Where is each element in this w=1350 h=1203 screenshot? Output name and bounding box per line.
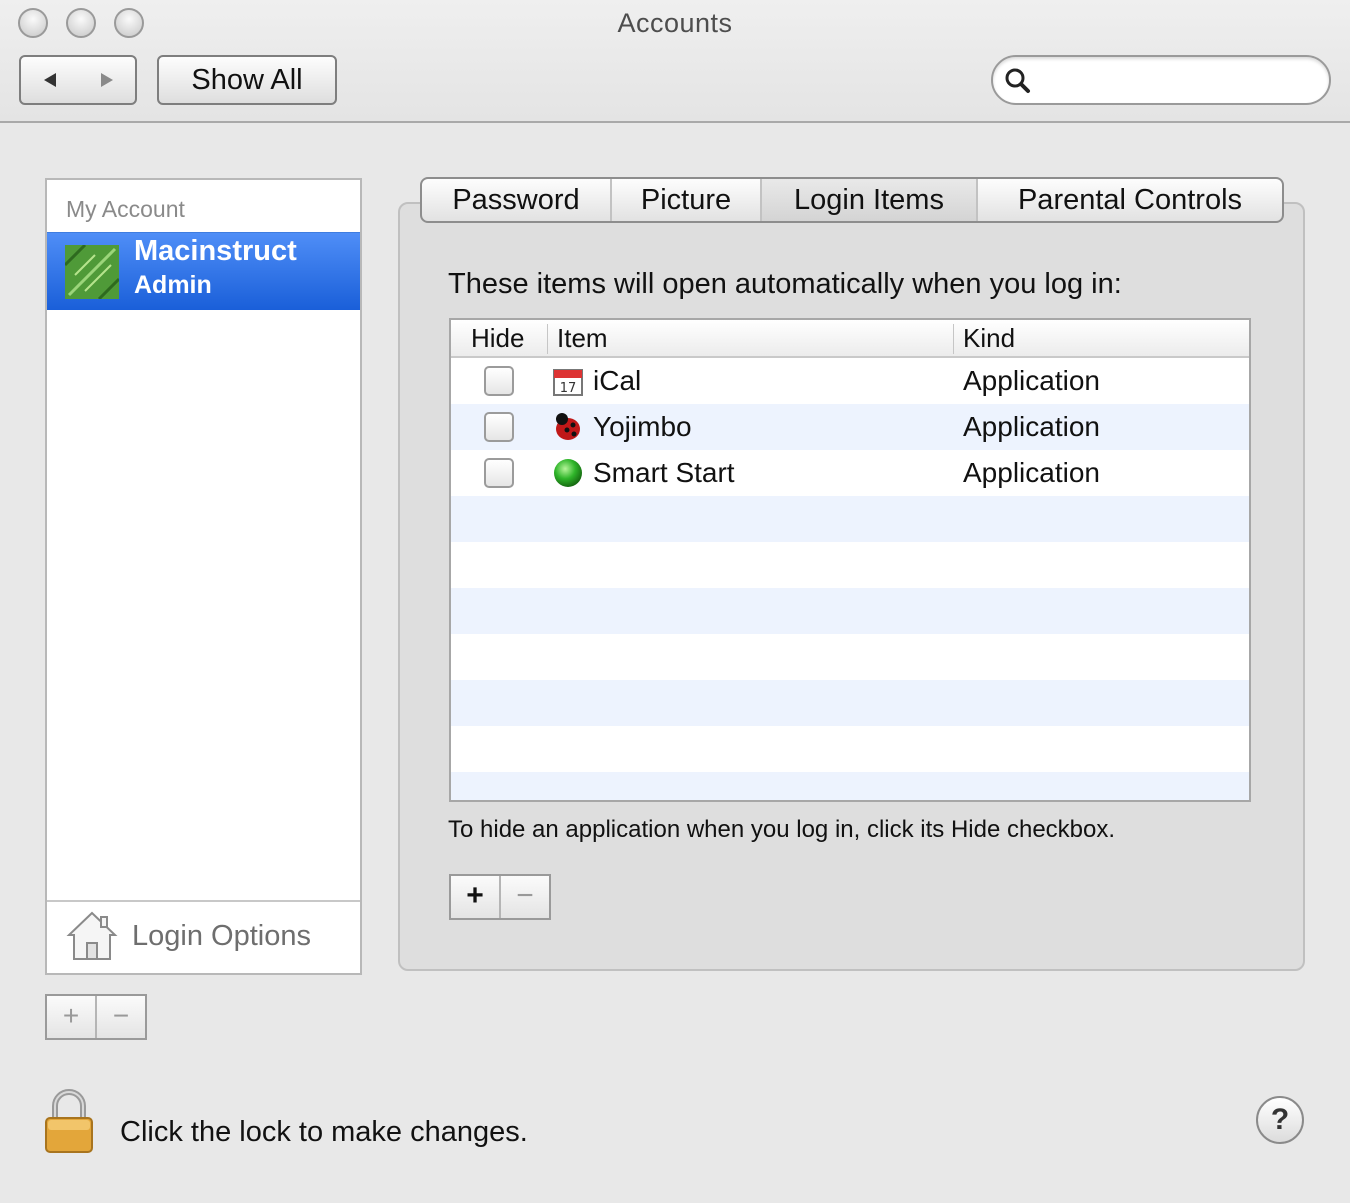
column-header-hide[interactable]: Hide xyxy=(471,320,524,356)
back-arrow-icon xyxy=(43,73,56,87)
toolbar: Accounts Show All xyxy=(0,0,1350,123)
empty-row xyxy=(451,726,1249,772)
account-row-selected[interactable]: Macinstruct Admin xyxy=(47,232,360,310)
empty-row xyxy=(451,772,1249,800)
login-options-label: Login Options xyxy=(132,920,311,952)
item-name: iCal xyxy=(593,365,642,396)
column-divider xyxy=(547,324,548,354)
help-button[interactable]: ? xyxy=(1256,1096,1304,1144)
empty-row xyxy=(451,496,1249,542)
item-name: Yojimbo xyxy=(593,411,692,442)
forward-arrow-icon xyxy=(100,73,113,87)
yojimbo-bug-icon xyxy=(556,413,580,440)
remove-login-item-button[interactable]: − xyxy=(499,876,549,918)
lock-icon[interactable] xyxy=(42,1088,96,1156)
back-button[interactable] xyxy=(21,57,78,103)
table-header: Hide Item Kind xyxy=(451,320,1249,358)
avatar xyxy=(65,245,119,299)
house-icon xyxy=(66,911,118,960)
tab-login-items[interactable]: Login Items xyxy=(760,179,976,221)
column-header-kind[interactable]: Kind xyxy=(963,320,1015,356)
hide-checkbox[interactable] xyxy=(484,412,514,442)
item-name: Smart Start xyxy=(593,457,735,488)
login-options-item[interactable]: Login Options xyxy=(47,900,360,973)
window-title: Accounts xyxy=(617,8,733,38)
empty-row xyxy=(451,542,1249,588)
remove-account-button[interactable]: − xyxy=(95,996,145,1038)
green-orb-icon xyxy=(554,459,582,487)
column-divider xyxy=(953,324,954,354)
leaf-avatar-icon xyxy=(65,245,119,299)
lock-message: Click the lock to make changes. xyxy=(120,1116,528,1148)
empty-row xyxy=(451,634,1249,680)
table-row[interactable]: Smart Start Application xyxy=(451,450,1249,496)
login-items-add-remove-group: + − xyxy=(449,874,551,920)
calendar-icon: 17 xyxy=(553,369,583,396)
empty-row xyxy=(451,680,1249,726)
login-items-table: Hide Item Kind 17 iCal Application Yojim… xyxy=(449,318,1251,802)
navigation-group xyxy=(19,55,137,105)
tab-parental-controls[interactable]: Parental Controls xyxy=(976,179,1282,221)
item-kind: Application xyxy=(963,457,1100,488)
search-input[interactable] xyxy=(1039,63,1313,99)
account-role: Admin xyxy=(134,271,212,299)
search-icon xyxy=(1005,68,1030,93)
item-kind: Application xyxy=(963,365,1100,396)
add-login-item-button[interactable]: + xyxy=(451,876,499,918)
empty-row xyxy=(451,588,1249,634)
table-row[interactable]: Yojimbo Application xyxy=(451,404,1249,450)
my-account-header: My Account xyxy=(66,196,185,222)
forward-button[interactable] xyxy=(78,57,135,103)
login-items-intro: These items will open automatically when… xyxy=(448,268,1122,300)
account-list: My Account Macinstruct Admin Login Optio… xyxy=(45,178,362,975)
table-row[interactable]: 17 iCal Application xyxy=(451,358,1249,404)
item-kind: Application xyxy=(963,411,1100,442)
hide-checkbox[interactable] xyxy=(484,458,514,488)
column-header-item[interactable]: Item xyxy=(557,320,608,356)
hide-checkbox[interactable] xyxy=(484,366,514,396)
show-all-button[interactable]: Show All xyxy=(157,55,337,105)
add-account-button[interactable]: + xyxy=(47,996,95,1038)
tab-bar: Password Picture Login Items Parental Co… xyxy=(420,177,1284,223)
svg-text:17: 17 xyxy=(560,381,577,396)
tab-password[interactable]: Password xyxy=(422,179,610,221)
accounts-window: Accounts Show All My Account Macinstruct… xyxy=(0,0,1350,1203)
search-field[interactable] xyxy=(991,55,1331,105)
tab-picture[interactable]: Picture xyxy=(610,179,760,221)
account-add-remove-group: + − xyxy=(45,994,147,1040)
account-name: Macinstruct xyxy=(134,235,297,267)
hide-hint-text: To hide an application when you log in, … xyxy=(448,816,1116,843)
